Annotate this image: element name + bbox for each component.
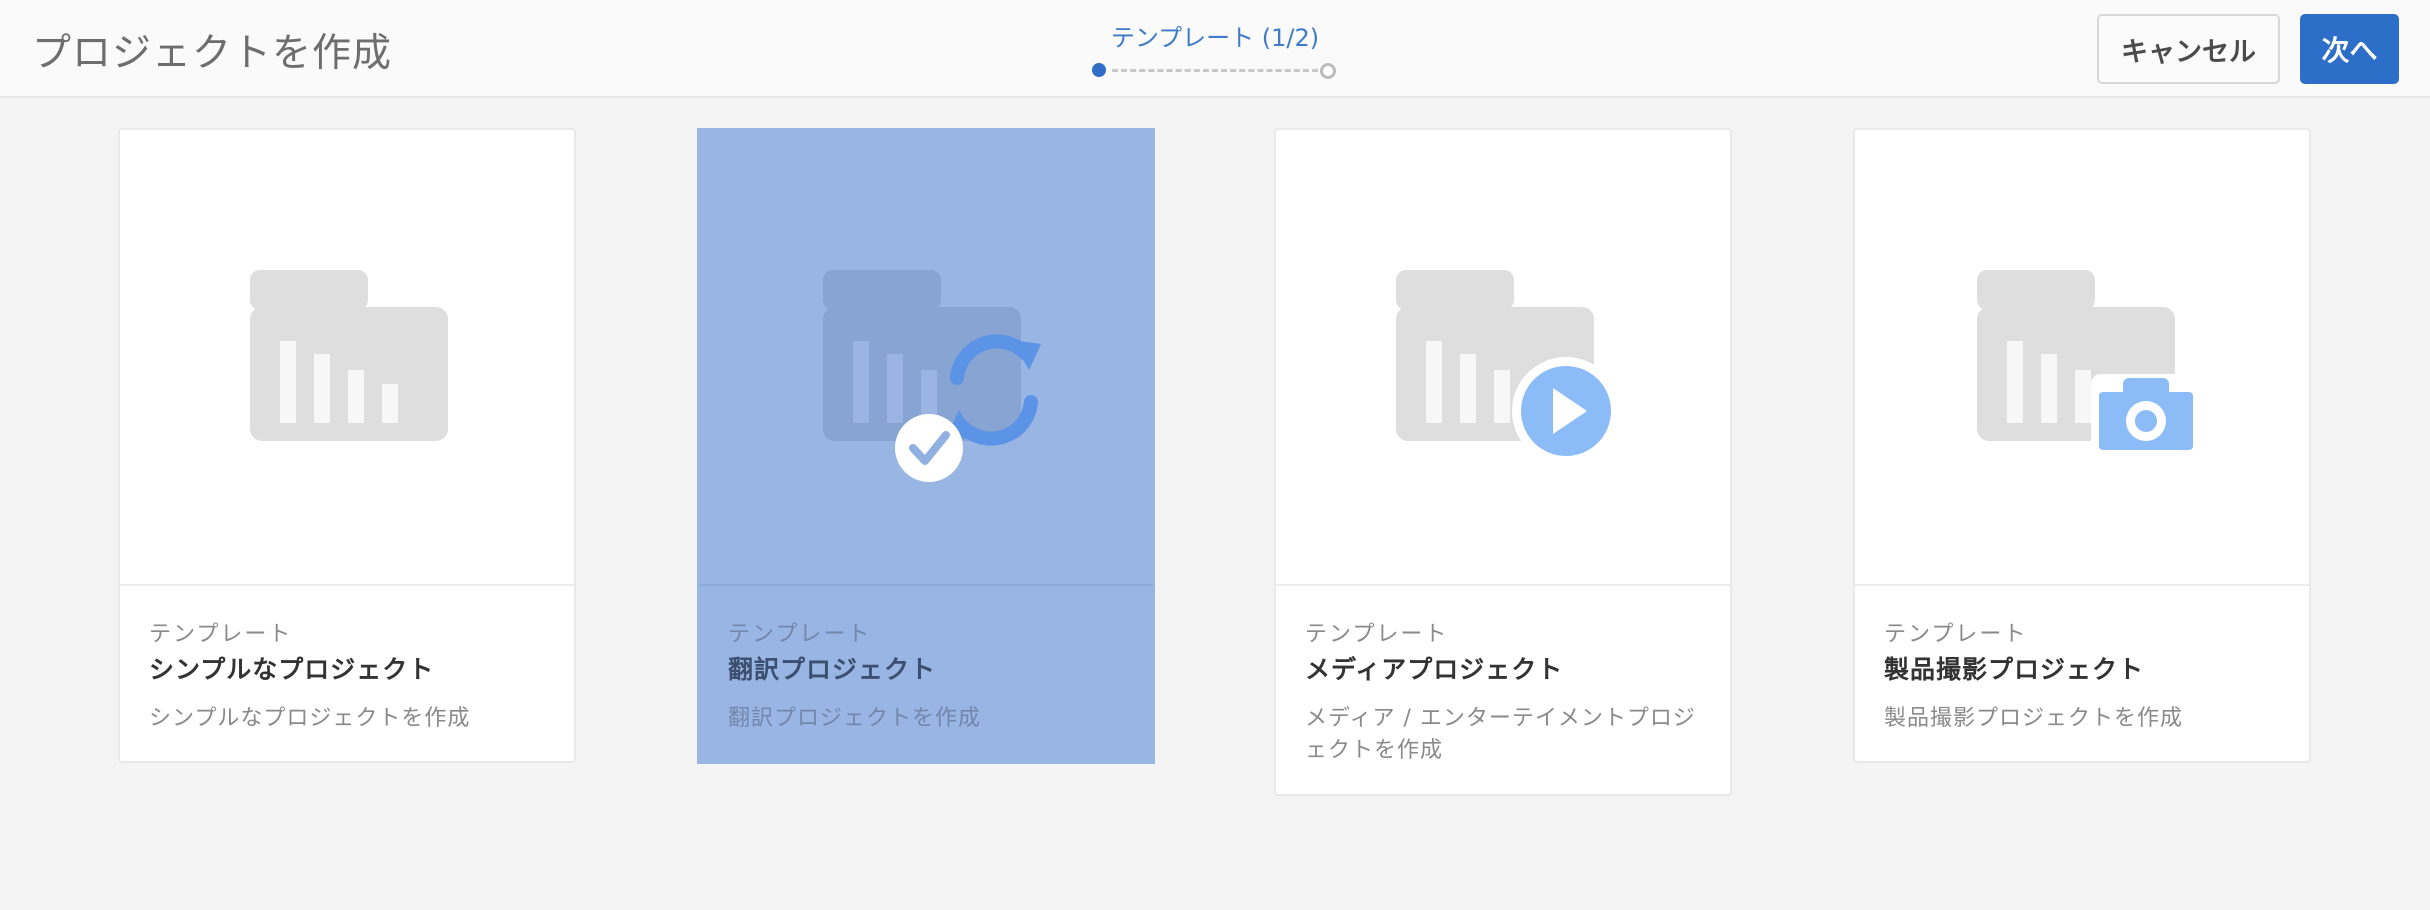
step-dot-next [1320, 63, 1336, 79]
step-dot-current [1092, 63, 1106, 77]
template-thumbnail [1855, 130, 2309, 586]
template-thumbnail [699, 130, 1153, 586]
step-indicator-label: テンプレート (1/2) [1110, 24, 1320, 52]
translation-sync-icon [823, 270, 1041, 482]
card-kicker: テンプレート [149, 622, 293, 647]
template-thumbnail [120, 130, 574, 586]
template-card-simple[interactable]: テンプレート シンプルなプロジェクト シンプルなプロジェクトを作成 [118, 128, 576, 763]
card-title: シンプルなプロジェクト [149, 655, 435, 684]
card-description: 製品撮影プロジェクトを作成 [1884, 706, 2184, 731]
card-description: 翻訳プロジェクトを作成 [728, 706, 982, 731]
card-description: メディア / エンターテイメントプロジェクトを作成 [1305, 706, 1696, 763]
cancel-button[interactable]: キャンセル [2097, 14, 2280, 84]
step-progress [1092, 62, 1338, 79]
folder-chart-icon [250, 270, 448, 441]
template-card-product-photo[interactable]: テンプレート 製品撮影プロジェクト 製品撮影プロジェクトを作成 [1853, 128, 2311, 763]
card-kicker: テンプレート [728, 622, 872, 647]
top-bar: プロジェクトを作成 テンプレート (1/2) キャンセル 次へ [0, 0, 2430, 98]
template-card-media[interactable]: テンプレート メディアプロジェクト メディア / エンターテイメントプロジェクト… [1274, 128, 1732, 796]
template-thumbnail [1276, 130, 1730, 586]
card-kicker: テンプレート [1305, 622, 1449, 647]
page-title: プロジェクトを作成 [32, 31, 393, 76]
card-description: シンプルなプロジェクトを作成 [149, 706, 471, 731]
card-title: 製品撮影プロジェクト [1884, 655, 2145, 684]
card-title: メディアプロジェクト [1305, 655, 1564, 684]
step-connector [1112, 69, 1318, 72]
next-button[interactable]: 次へ [2300, 14, 2399, 84]
camera-icon [1977, 270, 2201, 456]
card-kicker: テンプレート [1884, 622, 2028, 647]
play-icon [1396, 270, 1620, 465]
card-title: 翻訳プロジェクト [728, 655, 937, 684]
template-card-translation[interactable]: テンプレート 翻訳プロジェクト 翻訳プロジェクトを作成 [697, 128, 1155, 764]
